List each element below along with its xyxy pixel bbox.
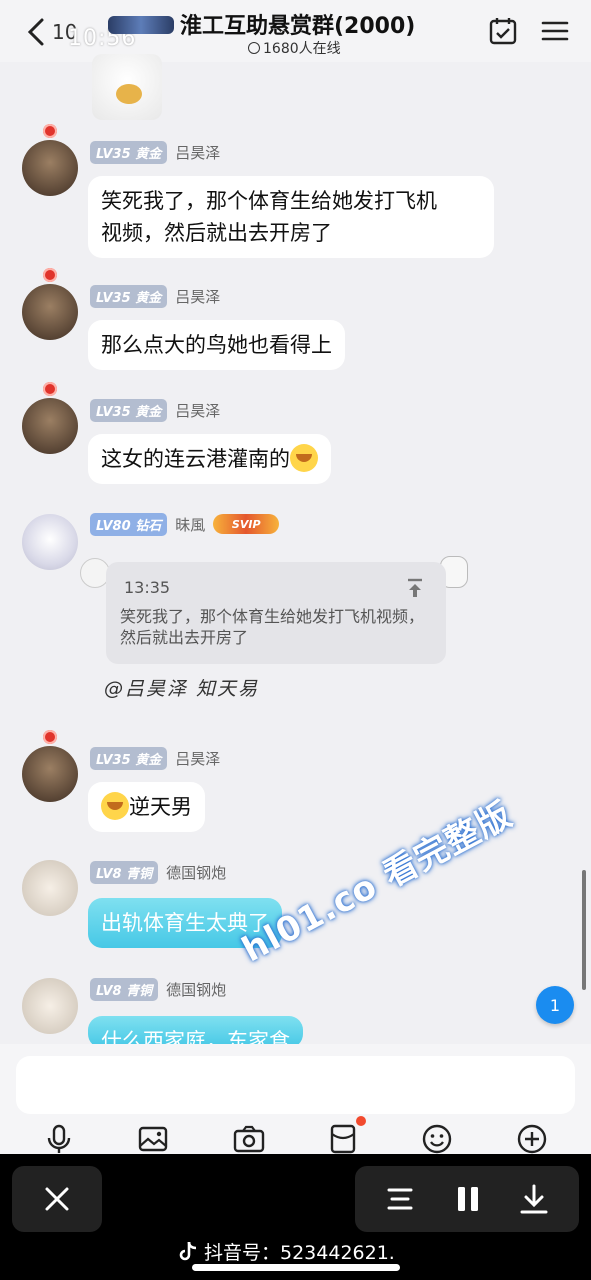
message-text: 那么点大的鸟她也看得上 (101, 333, 332, 357)
flower-decoration (43, 268, 57, 282)
flower-decoration (43, 124, 57, 138)
douyin-id: 抖音号：523442621. (178, 1238, 395, 1265)
scrollbar[interactable] (582, 870, 586, 990)
panda-sticker[interactable] (92, 54, 162, 120)
svip-badge: SVIP (213, 514, 280, 534)
mic-icon[interactable] (42, 1122, 76, 1156)
level-badge: LV35 黄金 (90, 284, 168, 308)
back-arrow-icon[interactable] (22, 14, 54, 50)
sender-meta: LV35 黄金 吕昊泽 (90, 746, 220, 770)
online-count: 1680人在线 (248, 38, 341, 58)
camera-icon[interactable] (232, 1122, 266, 1156)
message-input[interactable] (16, 1056, 575, 1114)
flower-decoration (43, 730, 57, 744)
avatar[interactable] (22, 514, 78, 570)
avatar[interactable] (22, 746, 78, 802)
red-packet-icon[interactable] (326, 1122, 360, 1156)
avatar[interactable] (22, 398, 78, 454)
message-line: 视频，然后就出去开房了 (101, 221, 332, 245)
pause-icon[interactable] (451, 1182, 485, 1216)
quoted-message[interactable]: 13:35 笑死我了，那个体育生给她发打飞机视频，然后就出去开房了 (106, 562, 446, 664)
sender-meta: LV8 青铜 德国钢炮 (90, 860, 226, 884)
avatar[interactable] (22, 860, 78, 916)
avatar[interactable] (22, 284, 78, 340)
close-button[interactable] (12, 1166, 102, 1232)
message-line: 笑死我了，那个体育生给她发打飞机 (101, 189, 437, 213)
laughing-emoji-icon (290, 444, 318, 472)
sticker-face (116, 84, 142, 104)
menu-icon[interactable] (538, 14, 572, 48)
sender-name[interactable]: 德国钢炮 (166, 979, 226, 1000)
laughing-emoji-icon (101, 792, 129, 820)
unread-badge[interactable]: 1 (536, 986, 574, 1024)
sender-meta: LV35 黄金 吕昊泽 (90, 140, 220, 164)
sender-meta: LV35 黄金 吕昊泽 (90, 398, 220, 422)
list-icon[interactable] (383, 1182, 417, 1216)
sender-name[interactable]: 德国钢炮 (166, 862, 226, 883)
input-area (0, 1044, 591, 1160)
sender-name[interactable]: 吕昊泽 (175, 286, 220, 307)
mention-text[interactable]: @吕昊泽 知天易 (104, 674, 259, 701)
image-icon[interactable] (136, 1122, 170, 1156)
emoji-icon[interactable] (420, 1122, 454, 1156)
level-badge: LV35 黄金 (90, 746, 168, 770)
calendar-check-icon[interactable] (486, 14, 520, 48)
level-badge: LV35 黄金 (90, 398, 168, 422)
sender-meta: LV80 钻石 昧風 SVIP (90, 512, 280, 536)
group-logo (108, 16, 174, 34)
level-badge: LV80 钻石 (90, 512, 168, 536)
download-icon[interactable] (517, 1182, 551, 1216)
douyin-id-text: 抖音号：523442621. (204, 1242, 395, 1264)
online-text: 1680人在线 (263, 41, 341, 57)
sender-name[interactable]: 吕昊泽 (175, 400, 220, 421)
level-badge: LV8 青铜 (90, 860, 159, 884)
avatar[interactable] (22, 140, 78, 196)
jump-up-icon[interactable] (406, 578, 424, 598)
notification-dot (356, 1116, 366, 1126)
chat-header: 10 10:56 淮工互助悬赏群(2000) 1680人在线 (0, 0, 591, 62)
group-title[interactable]: 淮工互助悬赏群(2000) (180, 8, 415, 40)
watermark-text: hl01.co 看完整版 (235, 794, 519, 971)
flower-decoration (43, 382, 57, 396)
sender-meta: LV8 青铜 德国钢炮 (90, 977, 226, 1001)
sender-meta: LV35 黄金 吕昊泽 (90, 284, 220, 308)
message-text: 这女的连云港灌南的 (101, 447, 290, 471)
douyin-logo-icon (179, 1241, 197, 1260)
sender-name[interactable]: 吕昊泽 (175, 142, 220, 163)
online-icon (248, 42, 260, 54)
message-bubble[interactable]: 逆天男 (88, 782, 205, 832)
quote-time: 13:35 (124, 578, 171, 597)
level-badge: LV8 青铜 (90, 977, 159, 1001)
message-bubble[interactable]: 笑死我了，那个体育生给她发打飞机 视频，然后就出去开房了 (88, 176, 494, 258)
message-bubble[interactable]: 那么点大的鸟她也看得上 (88, 320, 345, 370)
sender-name[interactable]: 吕昊泽 (175, 748, 220, 769)
home-indicator[interactable] (192, 1264, 400, 1271)
sender-name[interactable]: 昧風 (175, 514, 205, 535)
message-bubble[interactable]: 这女的连云港灌南的 (88, 434, 331, 484)
avatar[interactable] (22, 978, 78, 1034)
plus-icon[interactable] (515, 1122, 549, 1156)
message-text: 逆天男 (129, 795, 192, 819)
level-badge: LV35 黄金 (90, 140, 168, 164)
quote-text: 笑死我了，那个体育生给她发打飞机视频，然后就出去开房了 (120, 607, 425, 647)
